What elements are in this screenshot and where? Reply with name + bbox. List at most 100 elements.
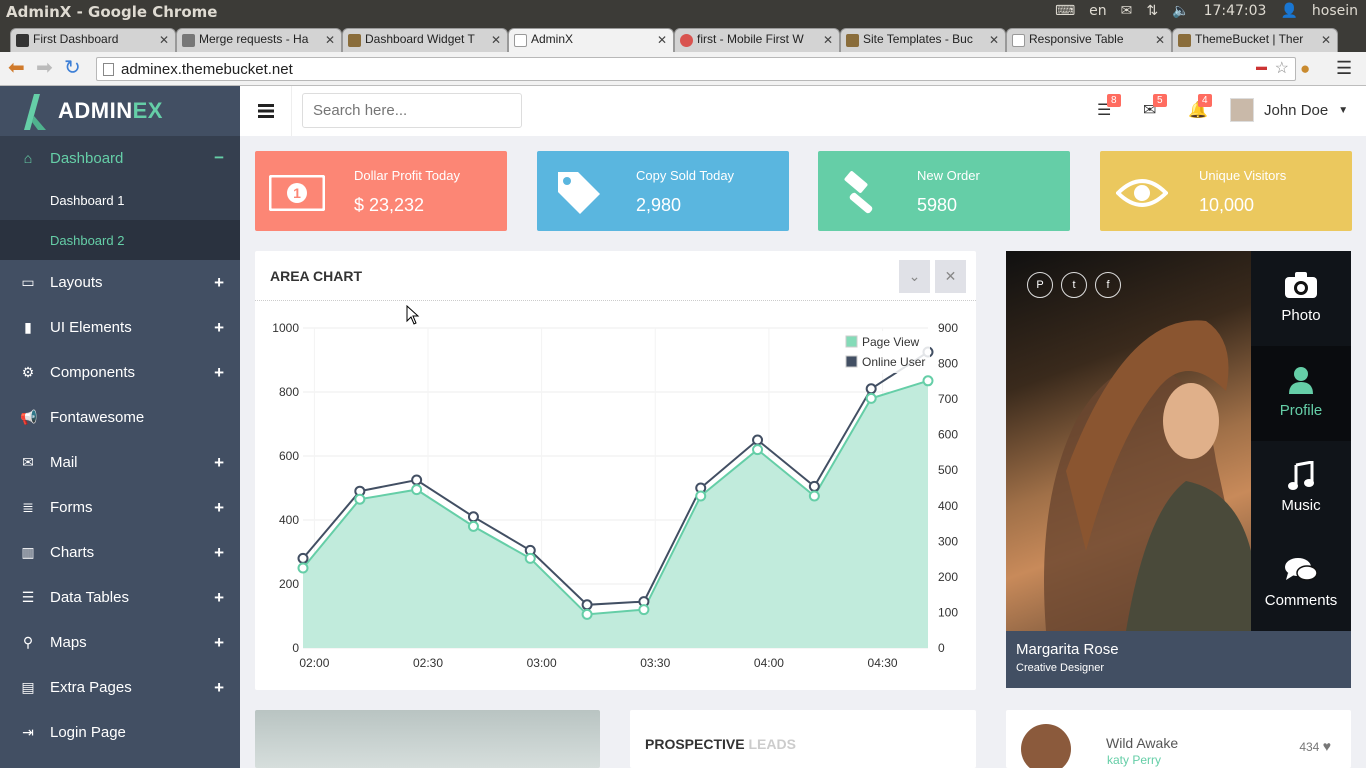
close-tab-icon[interactable]: ✕ [1155, 33, 1165, 47]
panel-title: PROSPECTIVE LEADS [645, 736, 796, 752]
bookmark-star-icon[interactable]: ☆ [1275, 58, 1289, 78]
data-point-online-user[interactable] [411, 474, 423, 486]
keyboard-language[interactable]: en [1089, 3, 1107, 19]
data-point-online-user[interactable] [808, 480, 820, 492]
data-point-online-user[interactable] [297, 552, 309, 564]
browser-tab[interactable]: first - Mobile First W ✕ [674, 28, 840, 52]
twitter-icon[interactable]: t [1061, 272, 1087, 298]
flag-icon[interactable]: ▬ [1256, 61, 1267, 73]
browser-tab[interactable]: Merge requests - Ha ✕ [176, 28, 342, 52]
y-left-tick-label: 800 [279, 385, 299, 399]
notifications-button[interactable]: 🔔 4 [1188, 94, 1212, 120]
keyboard-icon[interactable]: ⌨ [1055, 3, 1075, 19]
sidebar-item-mail[interactable]: ✉ Mail + [0, 440, 240, 485]
data-point-online-user[interactable] [467, 511, 479, 523]
tab-profile[interactable]: Profile [1251, 346, 1351, 441]
clock[interactable]: 17:47:03 [1204, 3, 1267, 19]
sidebar-item-data-tables[interactable]: ☰ Data Tables + [0, 575, 240, 620]
data-point-page-view[interactable] [808, 490, 820, 502]
sidebar-item-maps[interactable]: ⚲ Maps + [0, 620, 240, 665]
expand-icon[interactable]: + [214, 273, 224, 293]
expand-icon[interactable]: + [214, 498, 224, 518]
logo[interactable]: ADMINEX [0, 86, 240, 136]
data-point-online-user[interactable] [752, 434, 764, 446]
close-tab-icon[interactable]: ✕ [657, 33, 667, 47]
user-menu[interactable]: John Doe ▼ [1230, 98, 1348, 122]
browser-tab-active[interactable]: AdminX ✕ [508, 28, 674, 52]
sidebar-item-layouts[interactable]: ▭ Layouts + [0, 260, 240, 305]
facebook-icon[interactable]: f [1095, 272, 1121, 298]
address-bar[interactable]: adminex.themebucket.net ▬ ☆ [96, 57, 1296, 81]
sidebar-item-components[interactable]: ⚙ Components + [0, 350, 240, 395]
tasks-button[interactable]: ☰ 8 [1097, 94, 1121, 120]
close-tab-icon[interactable]: ✕ [989, 33, 999, 47]
close-panel-button[interactable]: ✕ [935, 260, 966, 293]
data-point-page-view[interactable] [695, 490, 707, 502]
expand-icon[interactable]: + [214, 543, 224, 563]
y-left-tick-label: 0 [292, 641, 299, 655]
back-icon[interactable]: ⬅ [8, 58, 25, 78]
artist-name[interactable]: katy Perry [1107, 753, 1161, 767]
stat-value: 5980 [917, 195, 958, 215]
sidebar-item-forms[interactable]: ≣ Forms + [0, 485, 240, 530]
tag-icon [551, 172, 607, 214]
pinterest-icon[interactable]: P [1027, 272, 1053, 298]
close-tab-icon[interactable]: ✕ [325, 33, 335, 47]
tab-comments[interactable]: Comments [1251, 536, 1351, 631]
data-point-online-user[interactable] [865, 383, 877, 395]
likes-count[interactable]: 434 ♥ [1299, 738, 1331, 754]
messages-button[interactable]: ✉ 5 [1143, 94, 1167, 120]
search-input[interactable] [302, 93, 522, 128]
profile-panel: P t f Photo Profile Music Comments Marga… [1006, 251, 1351, 688]
collapse-icon[interactable]: − [214, 148, 224, 168]
tab-photo[interactable]: Photo [1251, 251, 1351, 346]
sidebar-item-extra-pages[interactable]: ▤ Extra Pages + [0, 665, 240, 710]
reload-icon[interactable]: ↻ [64, 58, 81, 78]
data-point-page-view[interactable] [865, 392, 877, 404]
os-user[interactable]: hosein [1312, 3, 1358, 19]
data-point-online-user[interactable] [581, 599, 593, 611]
sidebar-item-dashboard[interactable]: ⌂ Dashboard − [0, 136, 240, 180]
cookie-icon[interactable]: ● [1300, 59, 1310, 79]
chrome-menu-icon[interactable]: ☰ [1336, 58, 1352, 78]
close-tab-icon[interactable]: ✕ [491, 33, 501, 47]
browser-tab[interactable]: Responsive Table ✕ [1006, 28, 1172, 52]
data-point-page-view[interactable] [922, 375, 934, 387]
close-tab-icon[interactable]: ✕ [159, 33, 169, 47]
data-point-page-view[interactable] [752, 444, 764, 456]
expand-icon[interactable]: + [214, 363, 224, 383]
data-point-page-view[interactable] [638, 604, 650, 616]
sidebar-subitem-dashboard-1[interactable]: Dashboard 1 [0, 180, 240, 220]
toggle-sidebar-button[interactable] [240, 86, 292, 136]
y-right-tick-label: 100 [938, 605, 958, 619]
data-point-page-view[interactable] [354, 493, 366, 505]
sidebar-item-login-page[interactable]: ⇥ Login Page [0, 710, 240, 755]
data-point-page-view[interactable] [524, 552, 536, 564]
browser-tab[interactable]: First Dashboard ✕ [10, 28, 176, 52]
data-point-page-view[interactable] [297, 562, 309, 574]
sidebar-item-fontawesome[interactable]: 📢 Fontawesome [0, 395, 240, 440]
data-point-page-view[interactable] [581, 608, 593, 620]
sidebar-subitem-dashboard-2[interactable]: Dashboard 2 [0, 220, 240, 260]
volume-icon[interactable]: 🔈 [1172, 3, 1189, 19]
expand-icon[interactable]: + [214, 678, 224, 698]
network-icon[interactable]: ⇅ [1146, 3, 1158, 19]
close-tab-icon[interactable]: ✕ [1321, 33, 1331, 47]
data-point-page-view[interactable] [411, 484, 423, 496]
data-point-page-view[interactable] [467, 520, 479, 532]
sidebar-item-charts[interactable]: ▥ Charts + [0, 530, 240, 575]
forward-icon[interactable]: ➡ [36, 58, 53, 78]
collapse-panel-button[interactable]: ⌄ [899, 260, 930, 293]
expand-icon[interactable]: + [214, 453, 224, 473]
browser-tab[interactable]: Dashboard Widget T ✕ [342, 28, 508, 52]
browser-tab[interactable]: ThemeBucket | Ther ✕ [1172, 28, 1338, 52]
mail-icon[interactable]: ✉ [1121, 3, 1133, 19]
expand-icon[interactable]: + [214, 318, 224, 338]
browser-tab[interactable]: Site Templates - Buc ✕ [840, 28, 1006, 52]
expand-icon[interactable]: + [214, 588, 224, 608]
tab-music[interactable]: Music [1251, 441, 1351, 536]
laptop-icon: ▭ [21, 274, 35, 290]
sidebar-item-ui-elements[interactable]: ▮ UI Elements + [0, 305, 240, 350]
close-tab-icon[interactable]: ✕ [823, 33, 833, 47]
expand-icon[interactable]: + [214, 633, 224, 653]
